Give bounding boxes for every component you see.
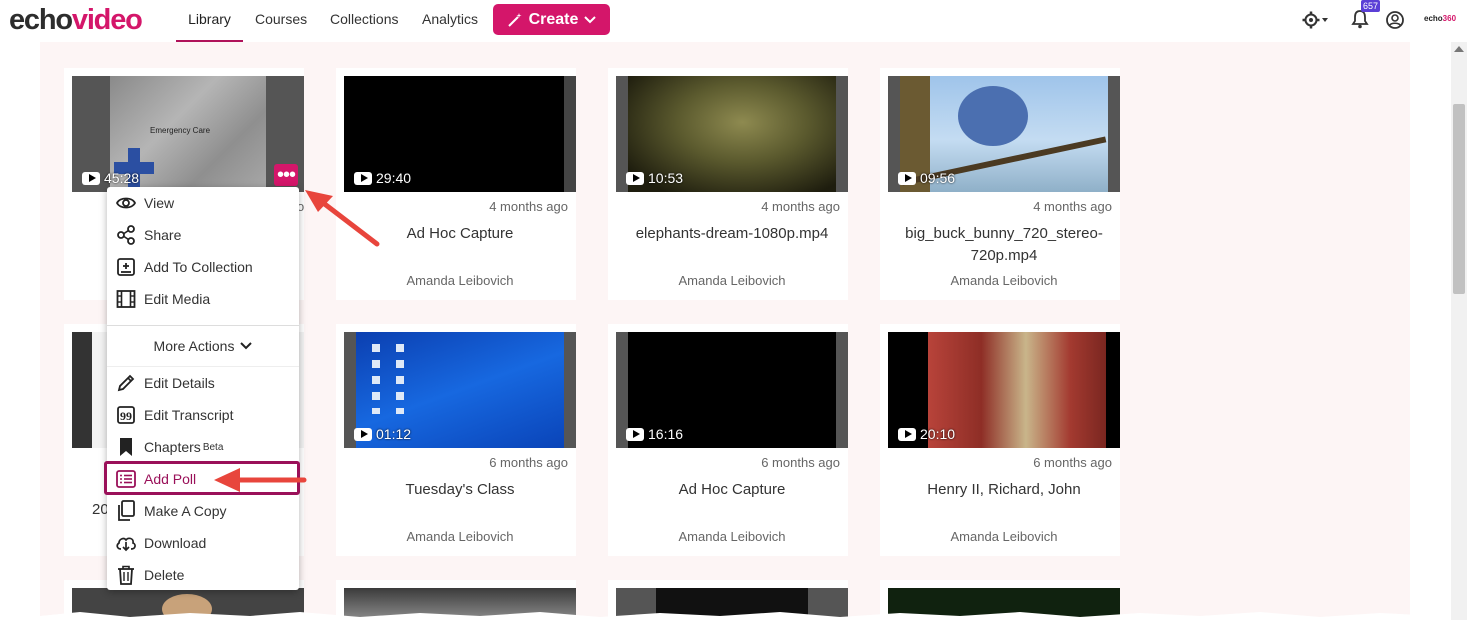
scrollbar-thumb[interactable]	[1453, 104, 1465, 294]
scroll-up-arrow-icon[interactable]	[1454, 46, 1464, 52]
arrow-to-add-poll	[214, 468, 307, 492]
annotation-arrows	[214, 190, 380, 492]
arrow-to-more-options	[305, 190, 380, 247]
